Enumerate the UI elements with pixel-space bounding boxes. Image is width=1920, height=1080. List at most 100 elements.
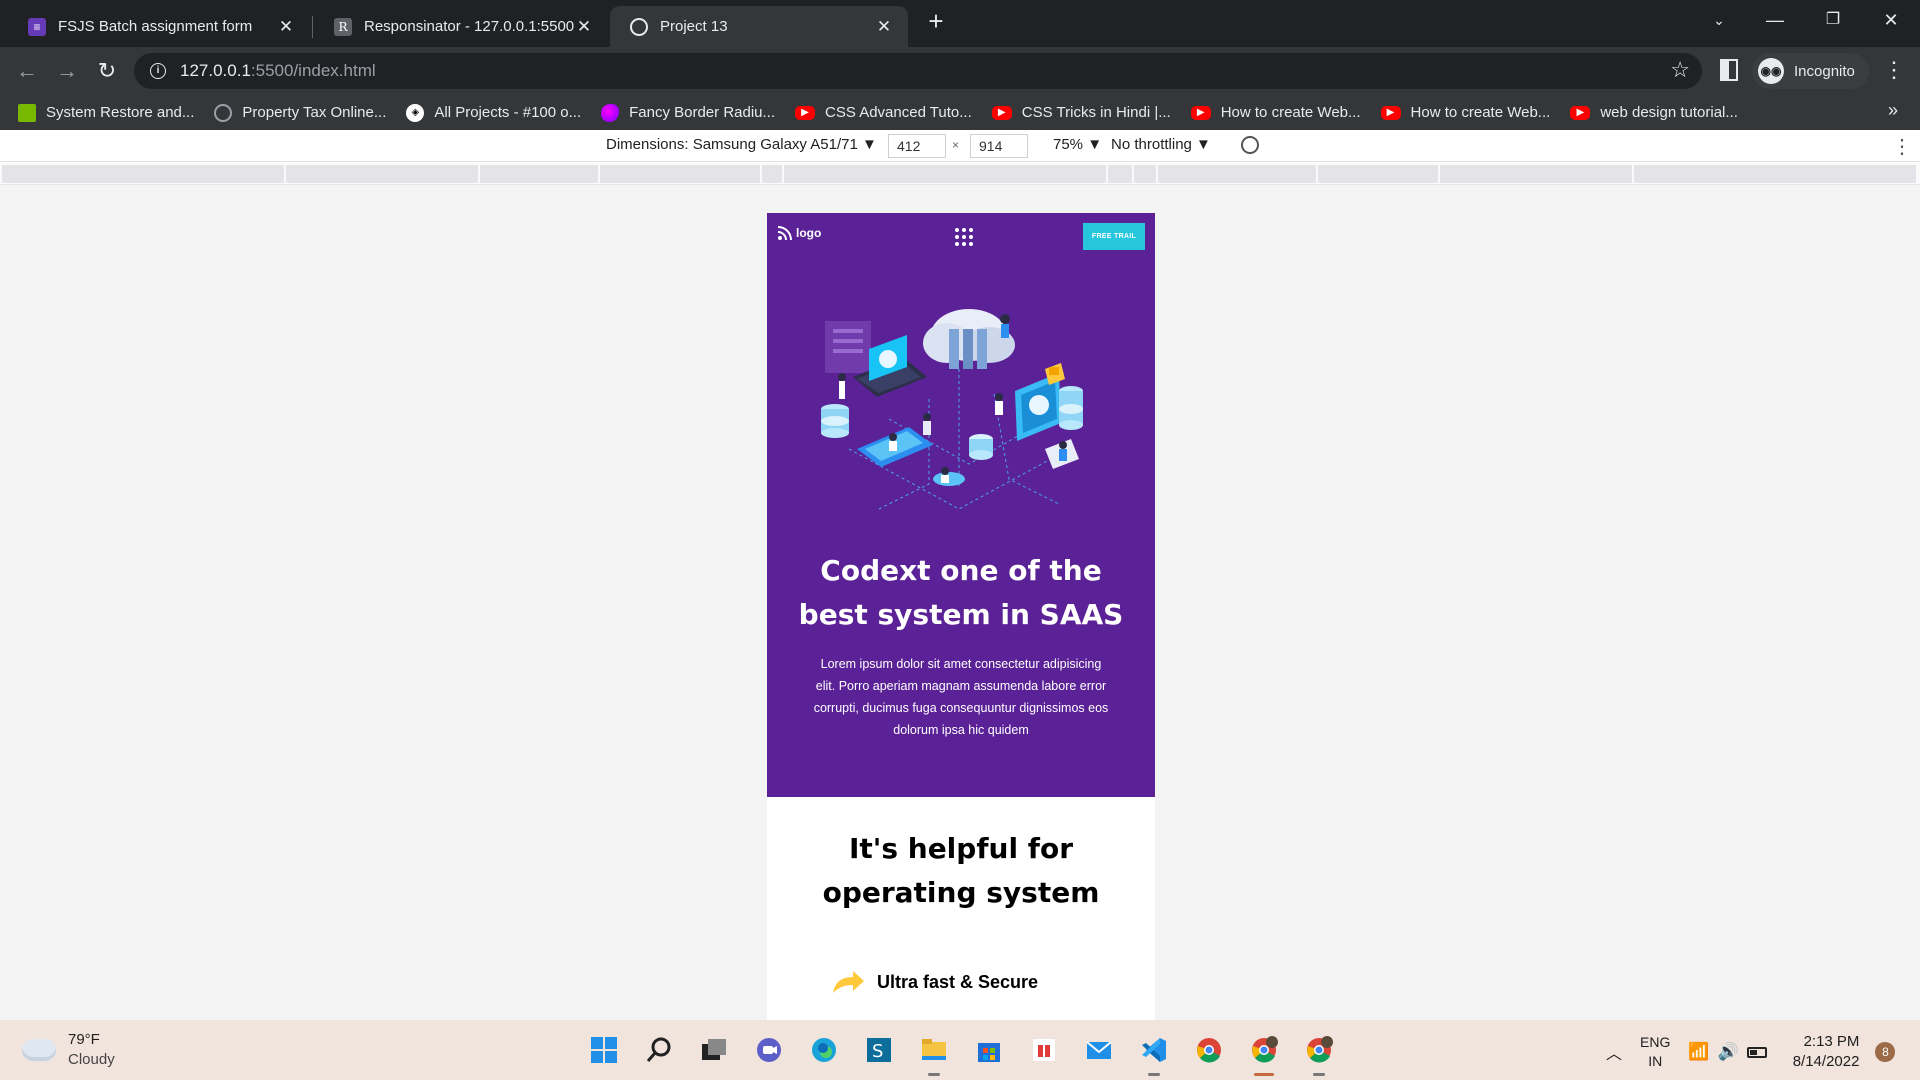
- weather-condition: Cloudy: [68, 1051, 115, 1068]
- site-info-icon[interactable]: i: [150, 63, 166, 79]
- youtube-icon: ▶: [1380, 105, 1401, 120]
- device-height-input[interactable]: 914: [970, 134, 1028, 158]
- tab-search-button[interactable]: ⌄: [1696, 4, 1742, 36]
- bookmark-item[interactable]: ▶ CSS Advanced Tuto...: [795, 104, 972, 121]
- free-trial-button[interactable]: FREE TRAIL: [1083, 223, 1145, 250]
- responsinator-icon: R: [334, 17, 352, 36]
- device-width-input[interactable]: 412: [888, 134, 946, 158]
- bookmark-label: All Projects - #100 o...: [434, 104, 582, 121]
- browser-menu-icon[interactable]: ⋮: [1883, 57, 1905, 83]
- globe-icon: [630, 17, 648, 36]
- device-dimensions-select[interactable]: Dimensions: Samsung Galaxy A51/71 ▼: [606, 136, 877, 153]
- reload-button[interactable]: ↻: [92, 56, 122, 86]
- tab-fsjs[interactable]: ≡ FSJS Batch assignment form ✕: [8, 6, 310, 47]
- device-toolbar: Dimensions: Samsung Galaxy A51/71 ▼ 412 …: [0, 130, 1920, 162]
- vscode-icon[interactable]: [1134, 1030, 1174, 1076]
- hero-description: Lorem ipsum dolor sit amet consectetur a…: [813, 657, 1109, 737]
- rotate-icon[interactable]: [1237, 132, 1263, 158]
- features-section-title: It's helpful for operating system: [822, 832, 1100, 909]
- bookmark-item[interactable]: ◈ All Projects - #100 o...: [406, 103, 582, 122]
- language-indicator[interactable]: ENG IN: [1640, 1033, 1670, 1071]
- windows-taskbar: 79°F Cloudy S ︿ ENG IN 📶 🔊 2:13 PM 8/14/…: [0, 1020, 1920, 1080]
- bookmark-item[interactable]: ▶ web design tutorial...: [1570, 104, 1738, 121]
- forward-button[interactable]: →: [52, 56, 82, 86]
- zoom-select[interactable]: 75% ▼: [1053, 136, 1102, 153]
- tab-strip: ≡ FSJS Batch assignment form ✕ R Respons…: [0, 0, 1920, 47]
- close-icon[interactable]: ✕: [874, 17, 894, 37]
- teams-chat-icon[interactable]: [749, 1030, 789, 1070]
- new-tab-button[interactable]: +: [922, 7, 950, 35]
- site-logo[interactable]: logo: [777, 225, 821, 241]
- feature-label: Ultra fast & Secure: [877, 971, 1039, 992]
- tab-title: FSJS Batch assignment form: [58, 18, 253, 35]
- bookmark-label: How to create Web...: [1410, 104, 1551, 121]
- tab-responsinator[interactable]: R Responsinator - 127.0.0.1:5500/in ✕: [314, 6, 608, 47]
- media-query-segment[interactable]: [1158, 165, 1318, 183]
- media-query-segment[interactable]: [600, 165, 762, 183]
- mail-icon[interactable]: [1079, 1030, 1119, 1070]
- bookmark-item[interactable]: System Restore and...: [18, 103, 194, 122]
- chrome-icon[interactable]: [1189, 1030, 1229, 1070]
- task-view-icon[interactable]: [694, 1030, 734, 1070]
- throttling-select[interactable]: No throttling ▼: [1111, 136, 1211, 153]
- incognito-profile-button[interactable]: ◉◉ Incognito: [1752, 53, 1869, 89]
- cloud-network-illustration: [821, 309, 1083, 510]
- file-explorer-icon[interactable]: [914, 1030, 954, 1076]
- language-code: ENG: [1640, 1034, 1671, 1050]
- address-bar[interactable]: i 127.0.0.1:5500/index.html ☆: [134, 53, 1702, 89]
- dimension-separator: ×: [952, 138, 960, 152]
- curved-arrow-icon: [833, 971, 864, 993]
- feature-item: Ultra fast & Secure: [831, 969, 1038, 995]
- nvidia-icon: [18, 103, 36, 122]
- tab-project-13[interactable]: Project 13 ✕: [610, 6, 908, 47]
- device-toolbar-more-icon[interactable]: ⋮: [1892, 134, 1912, 159]
- start-icon[interactable]: [584, 1030, 624, 1070]
- media-query-segment[interactable]: [1318, 165, 1440, 183]
- media-query-segment[interactable]: [1440, 165, 1634, 183]
- minimize-button[interactable]: —: [1752, 4, 1798, 36]
- media-query-segment[interactable]: [1108, 165, 1134, 183]
- store-icon[interactable]: [969, 1030, 1009, 1070]
- system-tray: ︿ ENG IN 📶 🔊 2:13 PM 8/14/2022 8: [1606, 1032, 1896, 1072]
- bookmark-item[interactable]: Fancy Border Radiu...: [601, 103, 776, 122]
- media-query-segment[interactable]: [286, 165, 480, 183]
- bookmark-star-icon[interactable]: ☆: [1670, 57, 1690, 83]
- wifi-icon[interactable]: 📶: [1688, 1042, 1709, 1062]
- battery-icon[interactable]: [1746, 1046, 1767, 1058]
- snipping-tool-icon[interactable]: S: [859, 1030, 899, 1070]
- clock[interactable]: 2:13 PM 8/14/2022: [1793, 1032, 1860, 1072]
- media-query-segment[interactable]: [480, 165, 600, 183]
- media-query-segment[interactable]: [1134, 165, 1158, 183]
- running-indicator: [1148, 1073, 1160, 1076]
- chevron-up-icon[interactable]: ︿: [1606, 1040, 1622, 1064]
- media-query-segment[interactable]: [1634, 165, 1918, 183]
- chrome-profile-icon[interactable]: [1299, 1030, 1339, 1076]
- volume-icon[interactable]: 🔊: [1718, 1042, 1739, 1062]
- media-query-segment[interactable]: [2, 165, 286, 183]
- globe-icon: [214, 103, 233, 122]
- close-icon[interactable]: ✕: [574, 17, 594, 37]
- bookmark-item[interactable]: ▶ How to create Web...: [1190, 104, 1361, 121]
- media-query-segment[interactable]: [762, 165, 784, 183]
- bookmark-item[interactable]: ▶ CSS Tricks in Hindi |...: [991, 104, 1171, 121]
- search-icon[interactable]: [639, 1030, 679, 1070]
- restore-button[interactable]: ❐: [1810, 4, 1856, 36]
- close-icon[interactable]: ✕: [276, 17, 296, 37]
- menu-grid-icon[interactable]: [955, 228, 973, 246]
- forms-icon: ≡: [28, 17, 46, 36]
- bookmark-item[interactable]: ▶ How to create Web...: [1380, 104, 1551, 121]
- bookmark-item[interactable]: Property Tax Online...: [214, 103, 386, 122]
- chrome-profile-icon[interactable]: [1244, 1030, 1284, 1076]
- side-panel-icon[interactable]: [1720, 59, 1738, 81]
- gift-app-icon[interactable]: [1024, 1030, 1064, 1070]
- close-window-button[interactable]: ✕: [1868, 4, 1914, 36]
- media-query-segment[interactable]: [784, 165, 1108, 183]
- svg-text:S: S: [872, 1041, 883, 1062]
- more-bookmarks-icon[interactable]: »: [1888, 100, 1898, 121]
- weather-widget[interactable]: 79°F Cloudy: [22, 1030, 115, 1070]
- bookmark-label: Fancy Border Radiu...: [629, 104, 776, 121]
- edge-icon[interactable]: [804, 1030, 844, 1070]
- notification-badge[interactable]: 8: [1875, 1042, 1896, 1062]
- back-button[interactable]: ←: [12, 56, 42, 86]
- running-indicator: [1313, 1073, 1325, 1076]
